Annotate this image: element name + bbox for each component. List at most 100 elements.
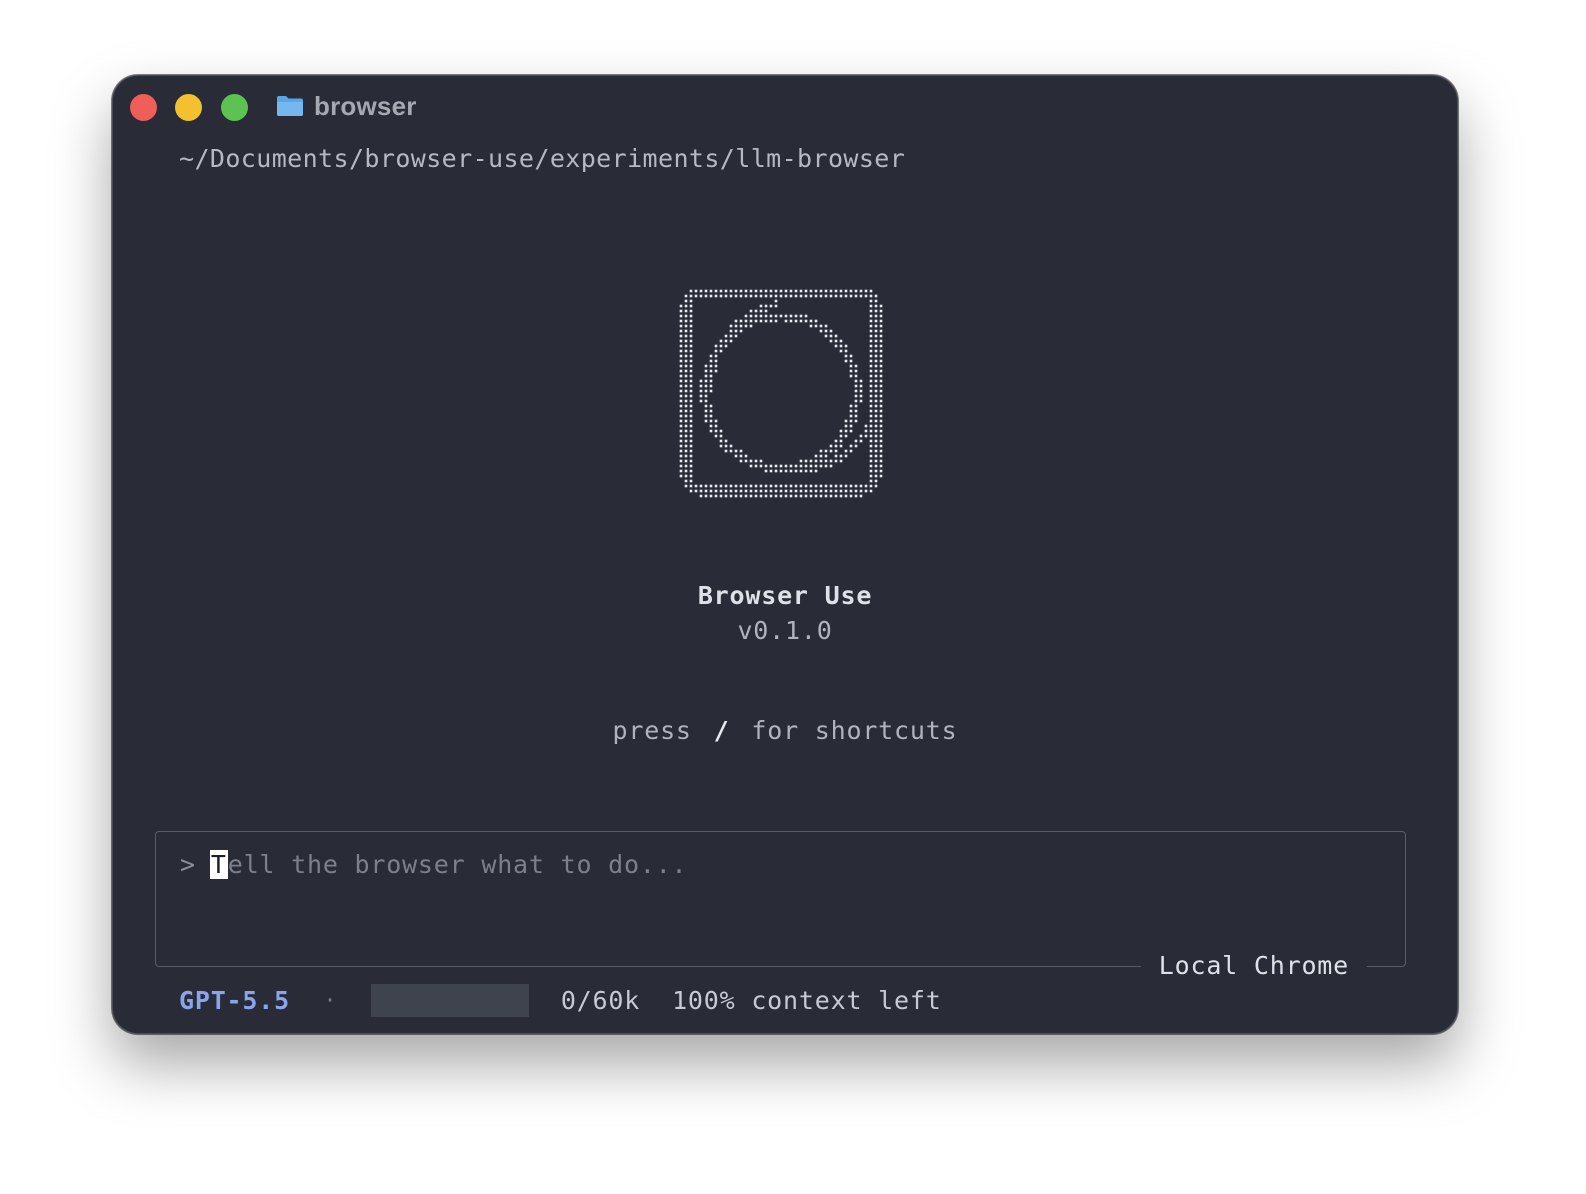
logo-dot xyxy=(704,399,708,403)
logo-dot xyxy=(769,469,773,473)
logo-dot xyxy=(874,394,878,398)
logo-dot xyxy=(689,374,693,378)
logo-dot xyxy=(849,424,853,428)
logo-dot xyxy=(859,399,863,403)
logo-dot xyxy=(774,299,778,303)
logo-dot xyxy=(689,349,693,353)
logo-dot xyxy=(869,424,873,428)
logo-dot xyxy=(844,294,848,298)
logo-dot xyxy=(869,454,873,458)
logo-dot xyxy=(679,344,683,348)
prompt-symbol: > xyxy=(180,850,196,879)
logo-dot xyxy=(809,494,813,498)
logo-dot xyxy=(874,379,878,383)
logo-dot xyxy=(764,494,768,498)
logo-dot xyxy=(874,399,878,403)
logo-dot xyxy=(739,324,743,328)
logo-dot xyxy=(699,399,703,403)
logo-dot xyxy=(854,289,858,293)
zoom-window-button[interactable] xyxy=(221,94,248,121)
logo-dot xyxy=(854,414,858,418)
logo-dot xyxy=(684,399,688,403)
logo-dot xyxy=(829,449,833,453)
logo-dot xyxy=(739,329,743,333)
logo-dot xyxy=(729,289,733,293)
logo-dot xyxy=(719,484,723,488)
logo-dot xyxy=(679,459,683,463)
logo-dot xyxy=(839,494,843,498)
logo-dot xyxy=(864,424,868,428)
logo-dot xyxy=(719,494,723,498)
logo-dot xyxy=(719,434,723,438)
logo-dot xyxy=(689,484,693,488)
logo-dot xyxy=(829,289,833,293)
logo-dot xyxy=(794,464,798,468)
logo-dot xyxy=(859,294,863,298)
task-input-box[interactable]: > Tell the browser what to do... Local Ch… xyxy=(155,831,1406,980)
logo-dot xyxy=(739,319,743,323)
logo-dot xyxy=(869,389,873,393)
token-count: 0/60k xyxy=(560,985,641,1015)
logo-dot xyxy=(764,289,768,293)
logo-dot xyxy=(874,334,878,338)
logo-dot xyxy=(869,384,873,388)
logo-dot xyxy=(789,484,793,488)
logo-dot xyxy=(699,384,703,388)
logo-dot xyxy=(864,294,868,298)
logo-dot xyxy=(819,324,823,328)
logo-dot xyxy=(824,449,828,453)
shortcuts-hint: press / for shortcuts xyxy=(113,716,1457,745)
logo-dot xyxy=(724,289,728,293)
logo-dot xyxy=(879,319,883,323)
logo-dot xyxy=(719,294,723,298)
logo-dot xyxy=(844,429,848,433)
logo-dot xyxy=(859,494,863,498)
logo-dot xyxy=(684,334,688,338)
logo-dot xyxy=(784,319,788,323)
logo-dot xyxy=(879,434,883,438)
logo-dot xyxy=(689,359,693,363)
logo-dot xyxy=(684,394,688,398)
logo-dot xyxy=(819,449,823,453)
logo-dot xyxy=(699,289,703,293)
logo-dot xyxy=(709,369,713,373)
logo-dot xyxy=(859,394,863,398)
logo-dot xyxy=(824,464,828,468)
close-window-button[interactable] xyxy=(130,94,157,121)
logo-dot xyxy=(829,294,833,298)
logo-dot xyxy=(684,349,688,353)
logo-dot xyxy=(684,384,688,388)
logo-dot xyxy=(849,294,853,298)
logo-dot xyxy=(689,404,693,408)
logo-dot xyxy=(854,409,858,413)
logo-dot xyxy=(834,294,838,298)
logo-dot xyxy=(854,389,858,393)
logo-dot xyxy=(719,344,723,348)
logo-dot xyxy=(879,474,883,478)
logo-dot xyxy=(679,379,683,383)
logo-dot xyxy=(744,324,748,328)
logo-dot xyxy=(879,364,883,368)
model-name[interactable]: GPT-5.5 xyxy=(179,986,290,1015)
task-input[interactable]: > Tell the browser what to do... xyxy=(180,850,687,879)
browser-use-dotted-logo-icon xyxy=(679,289,883,498)
logo-dot xyxy=(774,304,778,308)
logo-dot xyxy=(764,489,768,493)
logo-dot xyxy=(679,439,683,443)
logo-dot xyxy=(784,464,788,468)
logo-dot xyxy=(734,324,738,328)
logo-dot xyxy=(859,434,863,438)
logo-dot xyxy=(709,414,713,418)
minimize-window-button[interactable] xyxy=(175,94,202,121)
logo-dot xyxy=(809,464,813,468)
logo-dot xyxy=(879,354,883,358)
logo-dot xyxy=(869,289,873,293)
logo-dot xyxy=(759,464,763,468)
logo-dot xyxy=(679,364,683,368)
logo-dot xyxy=(874,329,878,333)
logo-dot xyxy=(814,294,818,298)
logo-dot xyxy=(714,489,718,493)
logo-dot xyxy=(709,389,713,393)
logo-dot xyxy=(739,484,743,488)
logo-dot xyxy=(804,289,808,293)
